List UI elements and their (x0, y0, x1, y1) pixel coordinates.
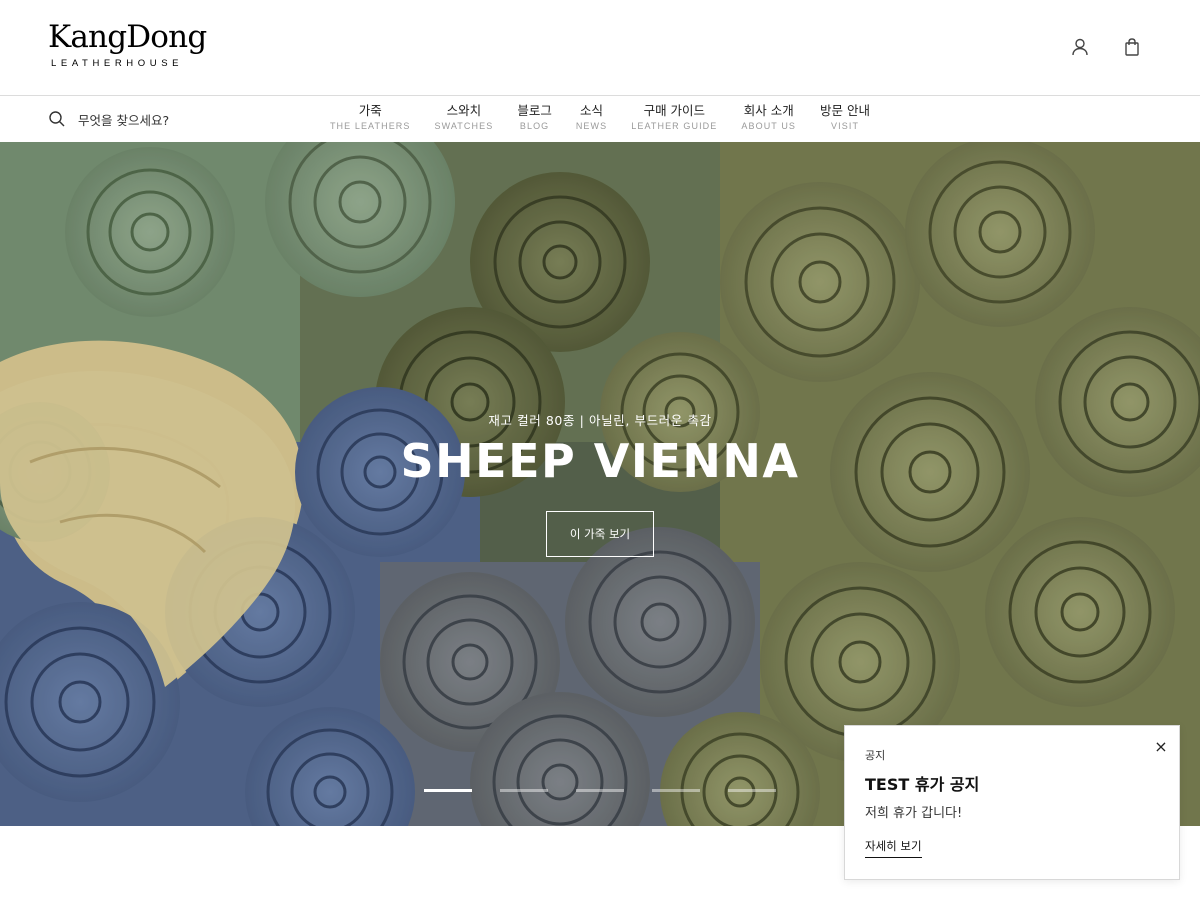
nav-sublabel: SWATCHES (434, 121, 494, 131)
view-leather-button[interactable]: 이 가죽 보기 (546, 511, 654, 557)
slide-dot-3[interactable] (576, 789, 624, 792)
slide-dot-2[interactable] (500, 789, 548, 792)
nav-item-swatches[interactable]: 스와치 SWATCHES (435, 103, 494, 133)
nav-label: 방문 안내 (820, 103, 871, 118)
hero-banner: 재고 컬러 80종 | 아닐린, 부드러운 촉감 SHEEP VIENNA 이 … (0, 142, 1200, 826)
nav-sublabel: THE LEATHERS (329, 121, 411, 131)
nav-sublabel: VISIT (831, 121, 860, 131)
slide-dot-1[interactable] (424, 789, 472, 792)
nav-item-about-us[interactable]: 회사 소개 ABOUT US (741, 103, 796, 133)
logo[interactable]: KangDong LEATHERHOUSE (48, 20, 208, 76)
nav-item-news[interactable]: 소식 NEWS (576, 103, 607, 133)
nav-item-visit[interactable]: 방문 안내 VISIT (820, 103, 870, 133)
nav-sublabel: NEWS (575, 121, 608, 131)
nav-item-blog[interactable]: 블로그 BLOG (517, 103, 552, 133)
site-header: KangDong LEATHERHOUSE (0, 0, 1200, 96)
hero-title: SHEEP VIENNA (400, 434, 800, 488)
notice-label: 공지 (865, 749, 886, 762)
nav-item-leathers[interactable]: 가죽 THE LEATHERS (330, 103, 411, 133)
nav-sublabel: BLOG (519, 121, 550, 131)
nav-label: 스와치 (446, 103, 482, 118)
notice-body: 저희 휴가 갑니다! (865, 806, 963, 821)
nav-label: 구매 가이드 (643, 103, 706, 118)
notice-details-link[interactable]: 자세히 보기 (865, 838, 922, 858)
notice-title: TEST 휴가 공지 (865, 775, 980, 794)
slide-indicators (424, 789, 804, 792)
section-heading-peek (636, 896, 658, 899)
slide-dot-5[interactable] (728, 789, 776, 792)
hero-subtitle: 재고 컬러 80종 | 아닐린, 부드러운 촉감 (488, 413, 712, 428)
notice-popup: 공지 TEST 휴가 공지 저희 휴가 갑니다! 자세히 보기 × (844, 725, 1180, 880)
nav-label: 블로그 (517, 103, 552, 118)
slide-dot-4[interactable] (652, 789, 700, 792)
logo-subtitle: LEATHERHOUSE (51, 58, 184, 69)
nav-label: 가죽 (358, 103, 382, 118)
shopping-bag-icon[interactable] (1121, 36, 1143, 58)
nav-sublabel: ABOUT US (741, 121, 797, 131)
nav-label: 소식 (580, 103, 604, 118)
nav-bar: 무엇을 찾으세요? 가죽 THE LEATHERS 스와치 SWATCHES 블… (0, 97, 1200, 142)
close-icon[interactable]: × (1151, 737, 1171, 757)
nav-sublabel: LEATHER GUIDE (631, 121, 718, 131)
nav-item-leather-guide[interactable]: 구매 가이드 LEATHER GUIDE (631, 103, 717, 133)
nav-label: 회사 소개 (743, 103, 794, 118)
user-icon[interactable] (1069, 36, 1091, 58)
logo-wordmark: KangDong (48, 19, 207, 55)
main-nav: 가죽 THE LEATHERS 스와치 SWATCHES 블로그 BLOG 소식… (0, 103, 1200, 133)
